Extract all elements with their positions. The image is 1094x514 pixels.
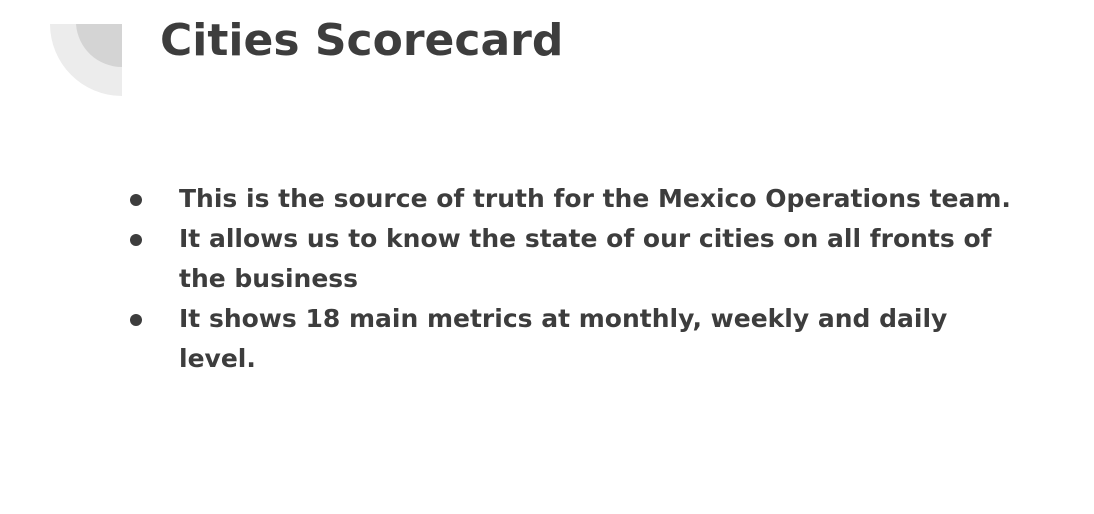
quarter-circle-decoration-icon <box>50 24 122 96</box>
list-item: This is the source of truth for the Mexi… <box>128 179 1028 219</box>
bullet-text: It allows us to know the state of our ci… <box>179 224 992 293</box>
slide: Cities Scorecard This is the source of t… <box>0 0 1094 514</box>
list-item: It allows us to know the state of our ci… <box>128 219 1028 299</box>
list-item: It shows 18 main metrics at monthly, wee… <box>128 299 1028 379</box>
bullet-dot-icon <box>130 194 142 206</box>
bullet-text: This is the source of truth for the Mexi… <box>179 184 1011 213</box>
bullet-text: It shows 18 main metrics at monthly, wee… <box>179 304 948 373</box>
bullet-list: This is the source of truth for the Mexi… <box>128 179 1028 379</box>
bullet-dot-icon <box>130 234 142 246</box>
slide-title: Cities Scorecard <box>160 15 564 66</box>
bullet-dot-icon <box>130 314 142 326</box>
